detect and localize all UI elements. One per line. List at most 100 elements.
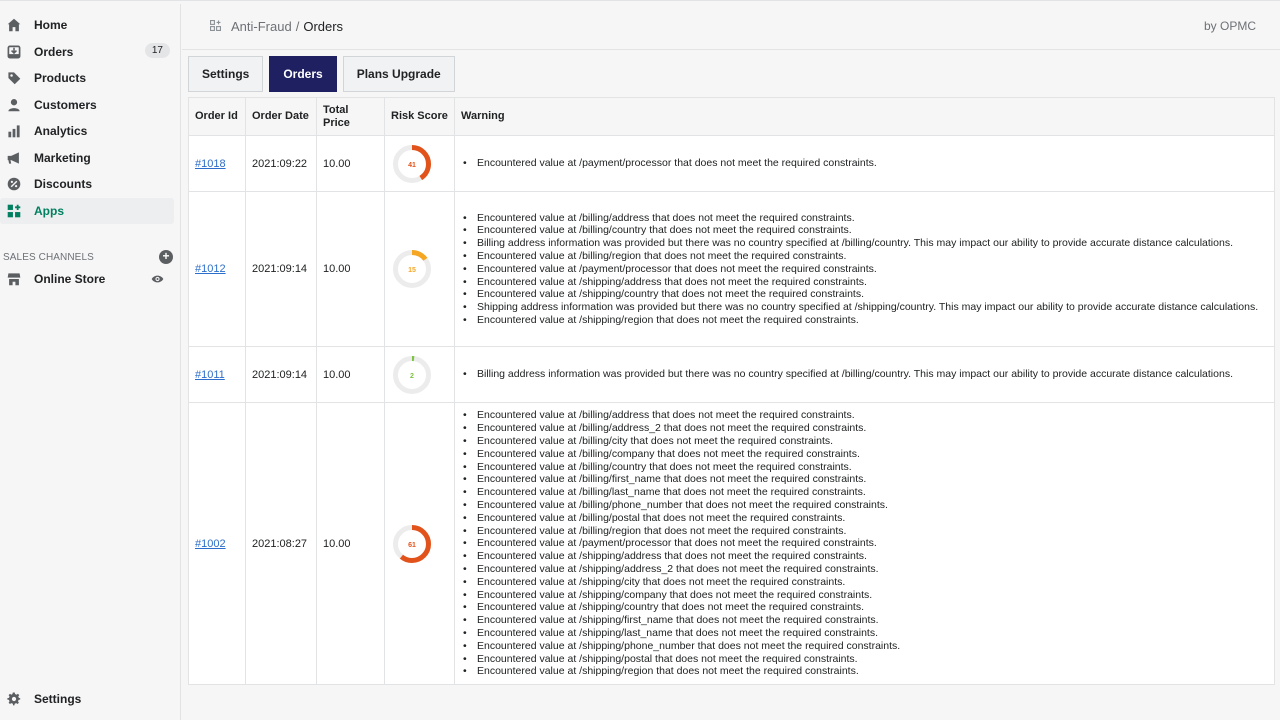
warning-item: Billing address information was provided… [461,368,1268,381]
order-id-cell: #1012 [188,191,246,348]
person-icon [0,98,34,112]
total-price-cell: 10.00 [316,346,385,404]
sidebar-item-apps[interactable]: Apps [0,198,174,224]
sidebar-item-label: Analytics [34,124,88,138]
breadcrumb: Anti-Fraud / Orders [231,19,343,34]
warning-item: Encountered value at /shipping/postal th… [461,653,1268,666]
sidebar-item-label: Apps [34,204,64,218]
order-link[interactable]: #1012 [195,263,226,275]
bar-chart-icon [0,124,34,138]
order-link[interactable]: #1011 [195,369,225,381]
title-bar: Anti-Fraud / Orders by OPMC [182,4,1280,50]
order-id-cell: #1002 [188,402,246,686]
warning-item: Encountered value at /billing/region tha… [461,250,1268,263]
order-link[interactable]: #1018 [195,158,226,170]
warning-list: Encountered value at /payment/processor … [461,157,1268,170]
page-title: Orders [303,19,344,34]
sidebar-item-marketing[interactable]: Marketing [0,145,174,171]
table-row: #1018 2021:09:2210.00 41 Encountered value … [188,135,1275,193]
discount-icon [0,177,34,191]
risk-score-gauge: 15 [393,250,431,289]
sidebar-item-analytics[interactable]: Analytics [0,118,174,144]
warning-item: Encountered value at /shipping/region th… [461,314,1268,327]
column-header-risk-score: Risk Score [384,96,455,137]
tab-bar: Settings Orders Plans Upgrade [188,56,455,92]
sidebar-item-products[interactable]: Products [0,65,174,91]
order-id-cell: #1018 [188,135,246,193]
sidebar-item-home[interactable]: Home [0,12,174,38]
sidebar-item-label: Discounts [34,177,93,191]
warning-item: Encountered value at /shipping/address_2… [461,563,1268,576]
sidebar-item-online-store[interactable]: Online Store [0,266,174,292]
warning-item: Encountered value at /billing/first_name… [461,473,1268,486]
eye-icon[interactable] [151,273,164,287]
sidebar-item-label: Customers [34,98,97,112]
warning-cell: Billing address information was provided… [454,346,1275,404]
risk-score-cell: 2 [384,346,455,404]
tag-icon [0,71,34,85]
table-row: #1011 2021:09:1410.00 2 Billing address inf… [188,346,1275,404]
warning-item: Encountered value at /billing/postal tha… [461,512,1268,525]
total-price-cell: 10.00 [316,135,385,193]
orders-count-badge: 17 [144,43,170,58]
column-header-order-id: Order Id [188,96,246,137]
risk-score-value: 15 [408,267,416,274]
orders-icon [0,45,34,59]
warning-item: Encountered value at /payment/processor … [461,537,1268,550]
breadcrumb-separator: / [295,19,300,34]
warning-item: Encountered value at /payment/processor … [461,263,1268,276]
table-row: #1012 2021:09:1410.00 15 Encountered value … [188,191,1275,348]
risk-score-value: 2 [410,373,414,380]
sidebar-item-settings[interactable]: Settings [0,686,174,712]
table-header-row: Order Id Order Date Total Price Risk Sco… [188,96,1275,137]
warning-item: Encountered value at /billing/region tha… [461,525,1268,538]
warning-item: Encountered value at /billing/address_2 … [461,422,1268,435]
column-header-order-date: Order Date [245,96,317,137]
add-sales-channel-icon[interactable]: + [159,250,173,264]
risk-score-gauge: 61 [393,524,431,563]
tab-plans-upgrade[interactable]: Plans Upgrade [342,56,455,92]
warning-list: Billing address information was provided… [461,368,1268,381]
megaphone-icon [0,151,34,165]
warning-item: Encountered value at /shipping/address t… [461,276,1268,289]
risk-score-value: 41 [408,162,416,169]
risk-score-cell: 41 [384,135,455,193]
warning-item: Encountered value at /shipping/address t… [461,550,1268,563]
home-icon [0,18,34,32]
orders-table: Order Id Order Date Total Price Risk Sco… [188,96,1275,686]
warning-item: Shipping address information was provide… [461,301,1268,314]
main-content: Anti-Fraud / Orders by OPMC Settings Order… [182,4,1280,720]
sidebar: Home Orders 17 Products Customers Analyt… [0,4,181,720]
tab-settings[interactable]: Settings [188,56,264,92]
sidebar-item-label: Settings [34,692,82,706]
sidebar-item-label: Home [34,18,68,32]
store-icon [0,272,34,286]
total-price-cell: 10.00 [316,191,385,348]
table-row: #1002 2021:08:2710.00 61 Encountered value … [188,402,1275,686]
sidebar-item-discounts[interactable]: Discounts [0,171,174,197]
order-link[interactable]: #1002 [195,538,226,550]
warning-item: Encountered value at /billing/last_name … [461,486,1268,499]
sales-channels-label: SALES CHANNELS [3,251,94,263]
sidebar-item-orders[interactable]: Orders 17 [0,39,174,65]
sidebar-item-label: Products [34,71,87,85]
breadcrumb-app-link[interactable]: Anti-Fraud [231,19,292,34]
warning-cell: Encountered value at /payment/processor … [454,135,1275,193]
order-date-cell: 2021:09:14 [245,191,317,348]
warning-cell: Encountered value at /billing/address th… [454,191,1275,348]
app-author: by OPMC [1203,19,1256,33]
risk-score-cell: 15 [384,191,455,348]
order-id-cell: #1011 [188,346,246,404]
warning-item: Encountered value at /billing/city that … [461,435,1268,448]
app-icon [210,18,221,36]
warning-cell: Encountered value at /billing/address th… [454,402,1275,686]
warning-item: Encountered value at /shipping/country t… [461,601,1268,614]
warning-list: Encountered value at /billing/address th… [461,212,1268,327]
sidebar-item-customers[interactable]: Customers [0,92,174,118]
warning-item: Encountered value at /billing/address th… [461,212,1268,225]
tab-orders[interactable]: Orders [269,56,337,92]
risk-score-gauge: 41 [393,144,431,183]
warning-item: Encountered value at /shipping/last_name… [461,627,1268,640]
warning-item: Encountered value at /shipping/region th… [461,665,1268,678]
warning-item: Encountered value at /shipping/company t… [461,589,1268,602]
